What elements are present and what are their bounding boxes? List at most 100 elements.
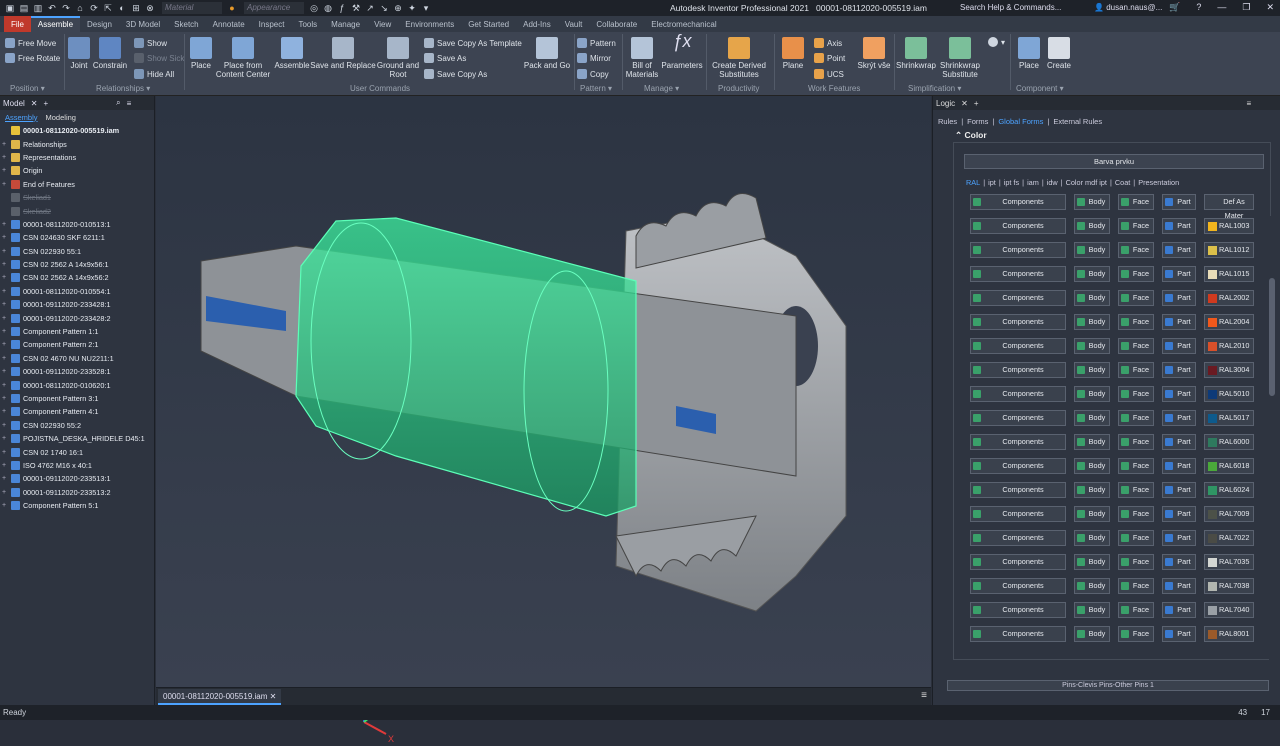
add-tab-icon[interactable]: + — [44, 99, 49, 108]
components-button[interactable]: Components — [970, 434, 1066, 450]
face-button[interactable]: Face — [1118, 506, 1154, 522]
close-model-tab-icon[interactable]: ✕ — [31, 99, 38, 108]
part-button[interactable]: Part — [1162, 290, 1196, 306]
tree-node[interactable]: + CSN 02 2562 A 14x9x56:2 — [2, 271, 154, 284]
expand-icon[interactable]: + — [2, 368, 8, 375]
tree-node[interactable]: + ISO 4762 M16 x 40:1 — [2, 459, 154, 472]
tree-node[interactable]: + CSN 02 4670 NU NU2211:1 — [2, 352, 154, 365]
tree-node[interactable]: +00001-09112020-233513:2 — [2, 486, 154, 499]
subtab-color-mdf-ipt[interactable]: Color mdf ipt — [1066, 178, 1107, 187]
place-content-center-button[interactable]: Place from Content Center — [213, 37, 273, 79]
body-button[interactable]: Body — [1074, 626, 1110, 642]
ral-color-button[interactable]: RAL2002 — [1204, 290, 1254, 306]
expand-icon[interactable]: + — [2, 328, 8, 335]
body-button[interactable]: Body — [1074, 362, 1110, 378]
hide-all-button[interactable]: Hide All — [134, 69, 174, 79]
ral-color-button[interactable]: RAL5017 — [1204, 410, 1254, 426]
expand-icon[interactable]: + — [2, 489, 8, 496]
show-button[interactable]: Show — [134, 38, 167, 48]
part-button[interactable]: Part — [1162, 218, 1196, 234]
part-button[interactable]: Part — [1162, 506, 1196, 522]
ral-color-button[interactable]: RAL6024 — [1204, 482, 1254, 498]
expand-icon[interactable]: + — [2, 422, 8, 429]
part-button[interactable]: Part — [1162, 482, 1196, 498]
part-button[interactable]: Part — [1162, 314, 1196, 330]
ral-color-button[interactable]: RAL3004 — [1204, 362, 1254, 378]
tree-node[interactable]: 00001-08112020-005519.iam — [2, 124, 154, 137]
face-button[interactable]: Face — [1118, 410, 1154, 426]
user-account[interactable]: 👤 dusan.naus@... — [1094, 3, 1162, 12]
body-button[interactable]: Body — [1074, 458, 1110, 474]
document-tab[interactable]: 00001-08112020-005519.iam ✕ — [158, 689, 282, 705]
ral-color-button[interactable]: RAL1012 — [1204, 242, 1254, 258]
body-button[interactable]: Body — [1074, 290, 1110, 306]
body-button[interactable]: Body — [1074, 218, 1110, 234]
face-button[interactable]: Face — [1118, 530, 1154, 546]
tab-inspect[interactable]: Inspect — [252, 16, 292, 32]
new-icon[interactable]: ▣ — [4, 3, 16, 14]
tab-tools[interactable]: Tools — [291, 16, 324, 32]
tab-3d-model[interactable]: 3D Model — [119, 16, 167, 32]
components-button[interactable]: Components — [970, 482, 1066, 498]
shrinkwrap-button[interactable]: Shrinkwrap — [895, 37, 937, 70]
ilogic-scrollbar[interactable] — [1269, 216, 1275, 676]
subtab-modeling[interactable]: Modeling — [46, 113, 76, 122]
tool-icon[interactable]: ⚒ — [350, 3, 362, 14]
tab-design[interactable]: Design — [80, 16, 119, 32]
tab-annotate[interactable]: Annotate — [206, 16, 252, 32]
color-section-header[interactable]: ⌃ Color — [955, 130, 987, 141]
expand-icon[interactable]: + — [2, 382, 8, 389]
part-button[interactable]: Part — [1162, 626, 1196, 642]
tree-node[interactable]: +00001-08112020-010554:1 — [2, 285, 154, 298]
tree-node[interactable]: +00001-08112020-010620:1 — [2, 378, 154, 391]
save-as-button[interactable]: Save As — [424, 53, 466, 63]
link-forms[interactable]: Forms — [967, 117, 988, 126]
tab-assemble[interactable]: Assemble — [30, 16, 81, 32]
face-button[interactable]: Face — [1118, 626, 1154, 642]
expand-icon[interactable]: + — [2, 435, 8, 442]
add-logic-tab-icon[interactable]: + — [974, 99, 979, 108]
components-button[interactable]: Components — [970, 410, 1066, 426]
home-icon[interactable]: ⌂ — [74, 3, 86, 14]
part-button[interactable]: Part — [1162, 362, 1196, 378]
face-button[interactable]: Face — [1118, 338, 1154, 354]
simplification-option-button[interactable]: ▾ — [988, 37, 1005, 47]
expand-icon[interactable]: + — [2, 248, 8, 255]
tree-node[interactable]: + CSN 02 2562 A 14x9x56:1 — [2, 258, 154, 271]
expand-icon[interactable]: + — [2, 274, 8, 281]
components-button[interactable]: Components — [970, 242, 1066, 258]
expand-icon[interactable]: + — [2, 341, 8, 348]
components-button[interactable]: Components — [970, 626, 1066, 642]
measure2-icon[interactable]: ⊕ — [392, 3, 404, 14]
subtab-presentation[interactable]: Presentation — [1138, 178, 1179, 187]
create-derived-button[interactable]: Create Derived Substitutes — [708, 37, 770, 79]
face-button[interactable]: Face — [1118, 362, 1154, 378]
components-button[interactable]: Components — [970, 506, 1066, 522]
ral-color-button[interactable]: RAL5010 — [1204, 386, 1254, 402]
expand-icon[interactable]: + — [2, 261, 8, 268]
arrow-icon[interactable]: ↗ — [364, 3, 376, 14]
pins-footer-button[interactable]: Pins-Clevis Pins-Other Pins 1 — [947, 680, 1269, 691]
components-button[interactable]: Components — [970, 554, 1066, 570]
redo-icon[interactable]: ↷ — [60, 3, 72, 14]
link-rules[interactable]: Rules — [938, 117, 957, 126]
tab-electromechanical[interactable]: Electromechanical — [644, 16, 723, 32]
body-button[interactable]: Body — [1074, 506, 1110, 522]
menu-icon[interactable]: ≡ — [127, 99, 132, 108]
components-button[interactable]: Components — [970, 362, 1066, 378]
body-button[interactable]: Body — [1074, 242, 1110, 258]
part-button[interactable]: Part — [1162, 458, 1196, 474]
search-input[interactable]: Search Help & Commands... — [958, 2, 1074, 14]
pin-icon[interactable]: ✦ — [406, 3, 418, 14]
face-button[interactable]: Face — [1118, 578, 1154, 594]
expand-icon[interactable]: + — [2, 234, 8, 241]
constrain-button[interactable]: Constrain — [92, 37, 128, 70]
face-button[interactable]: Face — [1118, 434, 1154, 450]
face-button[interactable]: Face — [1118, 290, 1154, 306]
tree-node[interactable]: + POJISTNA_DESKA_HRIDELE D45:1 — [2, 432, 154, 445]
face-button[interactable]: Face — [1118, 242, 1154, 258]
components-button[interactable]: Components — [970, 602, 1066, 618]
link-global-forms[interactable]: Global Forms — [998, 117, 1043, 126]
search-browser-icon[interactable]: ⌕ — [116, 98, 120, 108]
save-replace-button[interactable]: Save and Replace — [310, 37, 376, 70]
